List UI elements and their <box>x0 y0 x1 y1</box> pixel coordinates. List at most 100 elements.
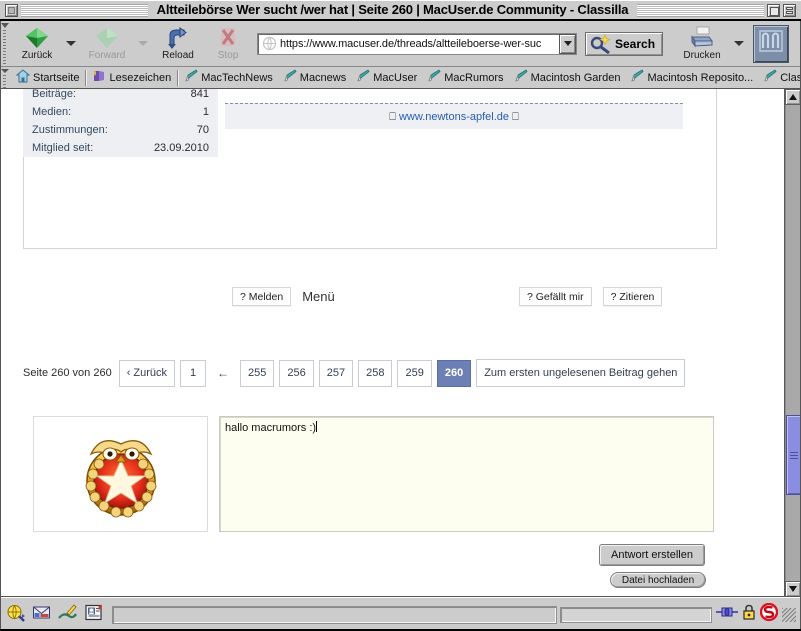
title-bar-stripes-left <box>21 3 148 17</box>
prev-page-button[interactable]: ‹ Zurück <box>118 359 176 387</box>
bookmark-icon <box>356 69 370 86</box>
bookmark-macnews[interactable]: Macnews <box>278 68 351 88</box>
collapse-box[interactable] <box>783 3 796 17</box>
forward-history-dropdown-icon <box>138 41 148 46</box>
page-button-255[interactable]: 255 <box>240 359 275 387</box>
bookmark-startseite[interactable]: Startseite <box>11 68 84 88</box>
bookmarks-toolbar: Startseite Lesezeichen MacTechNews Macne… <box>0 67 801 89</box>
classilla-no-entry-icon[interactable] <box>759 602 779 626</box>
upload-file-button[interactable]: Datei hochladen <box>610 572 706 588</box>
text-caret <box>316 421 318 432</box>
vertical-scrollbar[interactable] <box>784 89 801 597</box>
page-content: Beiträge: 841 Medien: 1 Zustimmungen: 70… <box>0 89 801 597</box>
table-row: Medien: 1 <box>23 103 218 121</box>
page-button-258[interactable]: 258 <box>358 359 393 387</box>
stat-value: 841 <box>190 89 209 100</box>
back-button[interactable]: Zurück <box>11 22 63 66</box>
zoom-box[interactable] <box>767 3 780 17</box>
page-button-260-current[interactable]: 260 <box>436 359 472 387</box>
post-menu-button[interactable]: Menü <box>302 289 335 304</box>
page-button-first[interactable]: 1 <box>180 359 207 387</box>
title-bar-stripes-right <box>637 3 764 17</box>
print-dropdown-icon[interactable] <box>734 41 745 46</box>
addressbook-icon[interactable] <box>84 603 103 627</box>
back-history-dropdown-icon[interactable] <box>66 41 76 46</box>
url-text[interactable]: https://www.macuser.de/threads/altteileb… <box>280 37 559 51</box>
page-button-257[interactable]: 257 <box>318 359 354 387</box>
user-avatar-owl-crest-icon <box>71 424 171 524</box>
title-bar: Altteilebörse Wer sucht /wer hat | Seite… <box>0 0 801 21</box>
page-counter-label: Seite 260 von 260 <box>23 367 112 379</box>
print-button[interactable]: Drucken <box>673 22 731 66</box>
browser-window: Altteilebörse Wer sucht /wer hat | Seite… <box>0 0 801 631</box>
close-box[interactable] <box>5 3 18 17</box>
signature-link[interactable]: www.newtons-apfel.de <box>399 111 509 123</box>
avatar <box>33 416 208 532</box>
stat-value: 70 <box>196 124 209 136</box>
submit-reply-button[interactable]: Antwort erstellen <box>599 544 705 566</box>
bookmark-label: Macintosh Reposito... <box>647 71 754 84</box>
search-button[interactable]: Search <box>585 31 664 56</box>
scroll-up-button[interactable] <box>785 89 801 105</box>
reload-button-label: Reload <box>162 50 194 61</box>
jump-to-unread-button[interactable]: Zum ersten ungelesenen Beitrag gehen <box>476 359 686 387</box>
post-actions-left: ? Melden Menü <box>232 287 335 306</box>
lock-icon[interactable] <box>742 603 756 626</box>
stat-key: Zustimmungen: <box>32 124 108 136</box>
report-button[interactable]: ? Melden <box>232 287 292 306</box>
forward-arrow-icon <box>94 26 120 50</box>
bookmark-macintosh-repository[interactable]: Macintosh Reposito... <box>625 68 758 88</box>
scrollbar-thumb[interactable] <box>786 415 801 495</box>
status-bar <box>0 597 801 631</box>
online-plug-icon[interactable] <box>716 603 738 626</box>
bookmarks-separator <box>85 69 87 86</box>
reload-icon <box>165 26 191 50</box>
reload-button[interactable]: Reload <box>151 22 205 66</box>
bookmark-label: MacTechNews <box>201 71 273 84</box>
bookmark-label: Classilla <box>780 71 801 84</box>
page-button-256[interactable]: 256 <box>279 359 314 387</box>
stop-button-label: Stop <box>217 50 239 61</box>
classilla-logo-button[interactable] <box>753 24 790 63</box>
bookmark-macintosh-garden[interactable]: Macintosh Garden <box>509 68 626 88</box>
address-bar[interactable]: https://www.macuser.de/threads/altteileb… <box>257 32 577 55</box>
quick-reply-textarea[interactable]: hallo macrumors :) <box>219 416 714 532</box>
scroll-down-button[interactable] <box>785 581 801 597</box>
stat-value: 1 <box>202 106 209 118</box>
stat-key: Beiträge: <box>32 89 77 100</box>
bookmarks-grippy[interactable] <box>0 68 9 88</box>
bookmark-lesezeichen[interactable]: Lesezeichen <box>87 68 176 88</box>
bookmark-macrumors[interactable]: MacRumors <box>422 68 508 88</box>
window-resize-grip[interactable] <box>782 607 796 622</box>
search-button-label: Search <box>615 36 656 51</box>
composer-icon[interactable] <box>58 603 77 627</box>
post-actions-right: ? Gefällt mir ? Zitieren <box>519 287 663 306</box>
mail-icon[interactable] <box>32 603 51 627</box>
forward-button-label: Forward <box>88 50 126 61</box>
back-arrow-icon <box>24 26 50 50</box>
bookmark-icon <box>514 69 528 86</box>
navigation-toolbar: Zurück Forward Reload Stop https://www.m… <box>0 21 801 67</box>
bookmark-icon <box>283 69 297 86</box>
bookmark-macuser[interactable]: MacUser <box>351 68 422 88</box>
stat-key: Mitglied seit: <box>32 142 94 154</box>
table-row: Beiträge: 841 <box>23 89 218 103</box>
window-title: Altteilebörse Wer sucht /wer hat | Seite… <box>156 2 629 17</box>
toolbar-grippy[interactable] <box>0 22 9 66</box>
pagination-ellipsis-icon: ← <box>217 366 230 380</box>
bookmark-icon <box>763 69 777 86</box>
stat-value: 23.09.2010 <box>153 142 209 154</box>
pagination: Seite 260 von 260 ‹ Zurück 1 ← 255 256 2… <box>23 359 690 387</box>
print-button-label: Drucken <box>683 50 721 61</box>
url-dropdown-icon[interactable] <box>559 33 576 54</box>
bookmark-classilla[interactable]: Classilla <box>758 68 801 88</box>
bookmark-icon <box>184 69 198 86</box>
quote-button[interactable]: ? Zitieren <box>602 287 663 306</box>
back-button-label: Zurück <box>21 50 53 61</box>
like-button[interactable]: ? Gefällt mir <box>519 287 592 306</box>
bookmark-mactechnews[interactable]: MacTechNews <box>179 68 278 88</box>
page-button-259[interactable]: 259 <box>397 359 432 387</box>
scrollbar-track[interactable] <box>785 105 801 581</box>
bookmark-label: Lesezeichen <box>109 71 172 84</box>
browser-icon[interactable] <box>6 603 25 627</box>
